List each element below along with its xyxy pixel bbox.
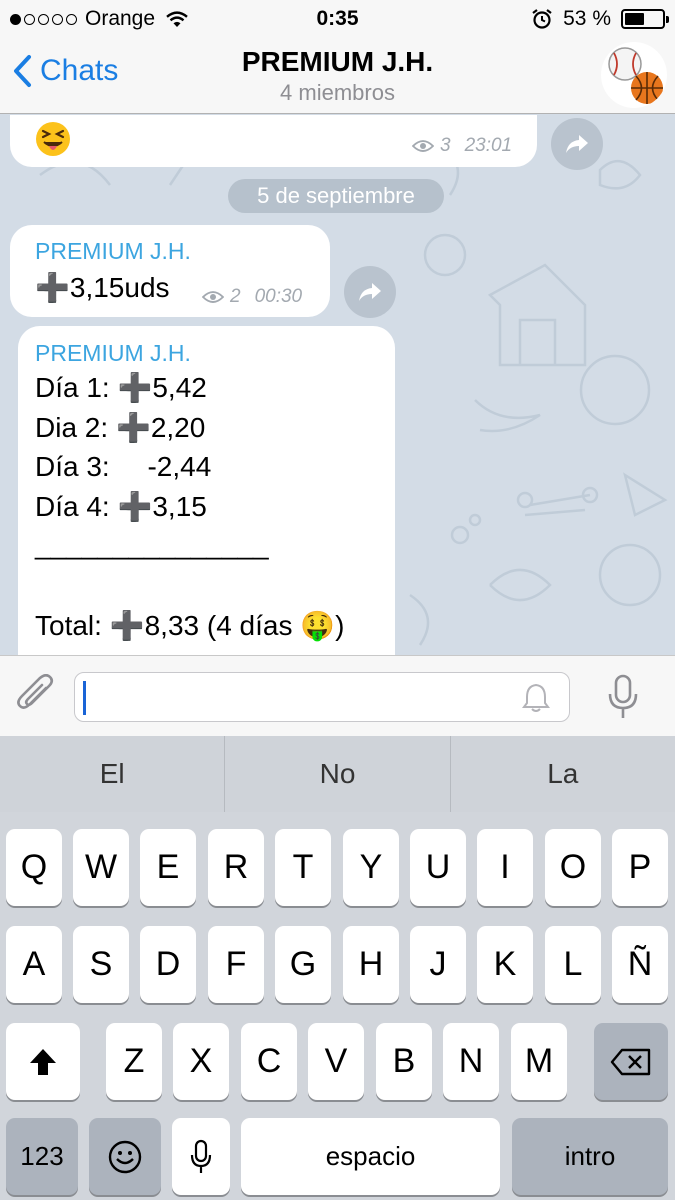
message-line: _______________ (35, 529, 269, 561)
message-meta: 2 00:30 (202, 286, 302, 308)
suggestion-item[interactable]: No (225, 736, 451, 812)
alarm-icon (532, 9, 552, 29)
share-arrow-icon (566, 135, 588, 153)
message-text: ➕3,15uds (35, 271, 170, 304)
key-z[interactable]: Z (106, 1023, 162, 1100)
message-value: 3,15uds (69, 272, 170, 303)
key-o[interactable]: O (545, 829, 601, 906)
battery-percent: 53 % (563, 7, 611, 30)
key-t[interactable]: T (275, 829, 331, 906)
share-arrow-icon (359, 283, 381, 301)
share-button[interactable] (551, 118, 603, 170)
line-value: 2,20 (150, 412, 206, 443)
view-count: 2 (230, 286, 241, 307)
key-b[interactable]: B (376, 1023, 432, 1100)
delete-key[interactable] (594, 1023, 668, 1100)
line-label: Día 4: (35, 491, 110, 522)
key-q[interactable]: Q (6, 829, 62, 906)
squinting-tongue-emoji-icon (36, 122, 70, 156)
message-input[interactable] (74, 672, 570, 722)
key-d[interactable]: D (140, 926, 196, 1003)
emoji-key[interactable] (89, 1118, 161, 1195)
microphone-icon (190, 1139, 212, 1173)
microphone-icon[interactable] (607, 674, 639, 720)
line-label: Dia 2: (35, 412, 109, 443)
battery-icon (621, 9, 669, 29)
message-line: Día 3: -2,44 (35, 451, 211, 483)
space-key[interactable]: espacio (241, 1118, 500, 1195)
line-value: 8,33 (4 días 🤑) (144, 610, 345, 641)
bell-icon[interactable] (521, 682, 551, 714)
chat-area[interactable]: 3 23:01 5 de septiembre PREMIUM J.H. ➕3,… (0, 115, 675, 655)
line-value: -2,44 (147, 451, 212, 482)
suggestion-item[interactable]: La (451, 736, 675, 812)
message-composer (0, 655, 675, 736)
key-c[interactable]: C (241, 1023, 297, 1100)
numbers-key[interactable]: 123 (6, 1118, 78, 1195)
member-count: 4 miembros (280, 80, 395, 105)
eye-icon (412, 140, 434, 152)
group-avatar[interactable] (601, 42, 667, 108)
suggestion-item[interactable]: El (0, 736, 226, 812)
key-g[interactable]: G (275, 926, 331, 1003)
message-line: Día 4: ➕3,15 (35, 490, 207, 523)
key-s[interactable]: S (73, 926, 129, 1003)
keyboard-suggestions: El No La (0, 736, 675, 812)
message-line: Dia 2: ➕2,20 (35, 411, 205, 444)
line-label: Día 3: (35, 451, 110, 482)
key-a[interactable]: A (6, 926, 62, 1003)
key-u[interactable]: U (410, 829, 466, 906)
plus-icon: ➕ (117, 491, 153, 522)
shift-key[interactable] (6, 1023, 80, 1100)
line-label: Total: (35, 610, 102, 641)
message-time: 23:01 (464, 135, 513, 156)
message-meta: 3 23:01 (412, 135, 512, 157)
dictation-key[interactable] (172, 1118, 230, 1195)
plus-icon: ➕ (109, 610, 145, 641)
chat-header: Chats PREMIUM J.H. 4 miembros (0, 38, 675, 114)
view-count: 3 (440, 135, 451, 156)
line-label: Día 1: (35, 372, 110, 403)
keyboard: Q W E R T Y U I O P A S D F G H J K L Ñ … (0, 812, 675, 1200)
text-caret (83, 681, 86, 715)
message-line: Día 1: ➕5,42 (35, 371, 207, 404)
plus-icon: ➕ (117, 372, 153, 403)
sender-name[interactable]: PREMIUM J.H. (35, 340, 191, 367)
share-button[interactable] (344, 266, 396, 318)
eye-icon (202, 291, 224, 303)
line-value: 5,42 (152, 372, 207, 403)
plus-icon: ➕ (35, 272, 70, 303)
plus-icon: ➕ (115, 412, 151, 443)
shift-arrow-icon (30, 1048, 56, 1075)
backspace-icon (610, 1048, 651, 1075)
key-i[interactable]: I (477, 829, 533, 906)
key-w[interactable]: W (73, 829, 129, 906)
sender-name[interactable]: PREMIUM J.H. (35, 238, 191, 265)
key-m[interactable]: M (511, 1023, 567, 1100)
key-f[interactable]: F (208, 926, 264, 1003)
sports-balls-icon (608, 47, 663, 104)
return-key[interactable]: intro (512, 1118, 668, 1195)
chat-title[interactable]: PREMIUM J.H. (0, 46, 675, 78)
key-p[interactable]: P (612, 829, 668, 906)
date-separator: 5 de septiembre (228, 179, 444, 213)
line-value: 3,15 (152, 491, 207, 522)
status-bar: Orange 0:35 53 % (0, 0, 675, 38)
key-e[interactable]: E (140, 829, 196, 906)
key-enye[interactable]: Ñ (612, 926, 668, 1003)
key-l[interactable]: L (545, 926, 601, 1003)
key-y[interactable]: Y (343, 829, 399, 906)
key-x[interactable]: X (173, 1023, 229, 1100)
smiley-icon (108, 1140, 142, 1173)
key-n[interactable]: N (443, 1023, 499, 1100)
key-h[interactable]: H (343, 926, 399, 1003)
key-j[interactable]: J (410, 926, 466, 1003)
key-k[interactable]: K (477, 926, 533, 1003)
message-line: Total: ➕8,33 (4 días 🤑) (35, 609, 344, 642)
paperclip-icon[interactable] (16, 674, 56, 718)
key-r[interactable]: R (208, 829, 264, 906)
message-time: 00:30 (254, 286, 303, 307)
key-v[interactable]: V (308, 1023, 364, 1100)
separator-line: _______________ (35, 529, 269, 560)
